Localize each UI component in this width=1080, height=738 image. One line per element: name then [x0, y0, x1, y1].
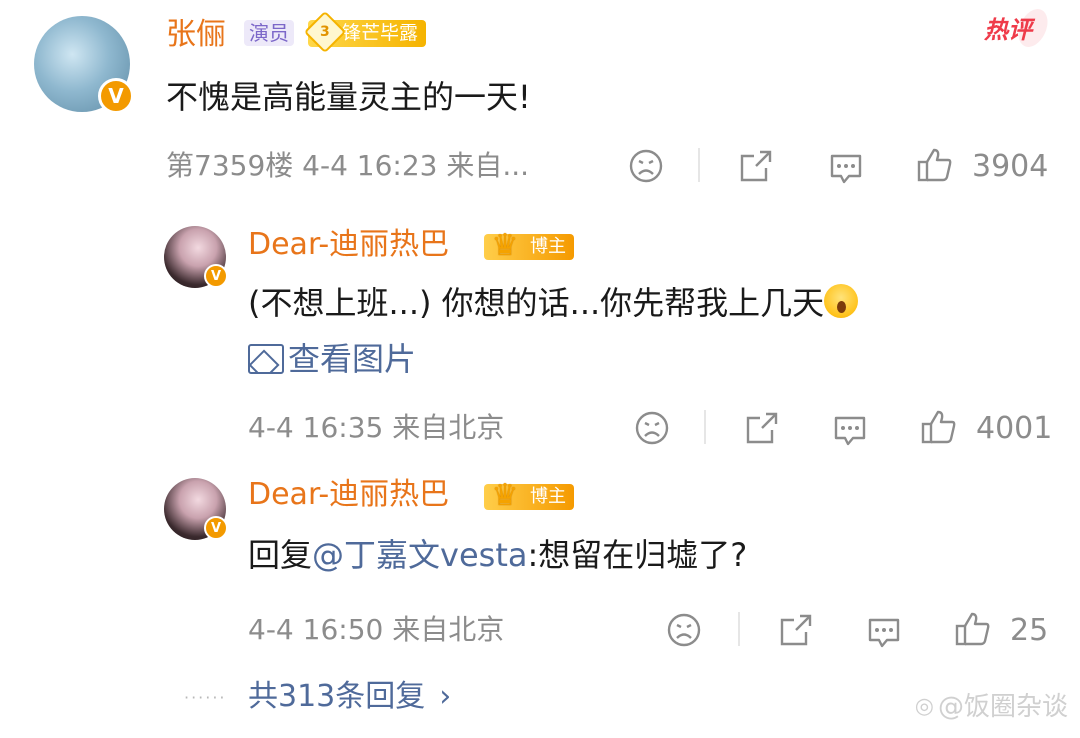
- crown-icon: ♛: [491, 228, 519, 263]
- divider: [704, 410, 706, 444]
- like-icon[interactable]: [954, 610, 992, 648]
- blogger-badge: ♛ 博主: [484, 228, 574, 263]
- like-icon[interactable]: [916, 146, 954, 184]
- mention-link[interactable]: @丁嘉文vesta: [312, 536, 527, 574]
- role-badge: 演员: [244, 20, 294, 46]
- image-icon: [248, 344, 284, 375]
- view-image-link[interactable]: 查看图片: [248, 340, 416, 378]
- chevron-right-icon: ›: [439, 679, 452, 714]
- divider: [738, 612, 740, 646]
- hot-comment-label: 热评: [984, 16, 1032, 44]
- commenter-name[interactable]: 张俪: [166, 20, 226, 50]
- reply-meta: 4-4 16:35 来自北京: [248, 411, 505, 444]
- like-count: 4001: [976, 411, 1053, 446]
- level-number-icon: 3: [303, 10, 347, 54]
- like-count: 3904: [972, 149, 1049, 184]
- avatar[interactable]: V: [164, 226, 228, 288]
- dislike-icon[interactable]: [634, 410, 670, 446]
- surprised-emoji-icon: [824, 284, 859, 318]
- verified-badge-icon: V: [204, 264, 228, 288]
- verified-badge-icon: V: [204, 516, 228, 540]
- watermark: ◎ @饭圈杂谈: [914, 692, 1068, 722]
- comment-icon[interactable]: [828, 150, 864, 186]
- weibo-logo-icon: ◎: [914, 694, 934, 719]
- reply-author-name[interactable]: Dear-迪丽热巴: [248, 480, 449, 510]
- comment-text: 不愧是高能量灵主的一天!: [166, 78, 531, 116]
- like-count: 25: [1010, 613, 1049, 648]
- avatar[interactable]: V: [34, 16, 134, 114]
- blogger-badge: ♛ 博主: [484, 478, 574, 513]
- reply-text: (不想上班...) 你想的话...你先帮我上几天: [248, 284, 859, 322]
- comment-icon[interactable]: [866, 614, 902, 650]
- reply-meta: 4-4 16:50 来自北京: [248, 613, 505, 646]
- reply-text: 回复@丁嘉文vesta:想留在归墟了?: [248, 536, 748, 574]
- comment-icon[interactable]: [832, 412, 868, 448]
- dislike-icon[interactable]: [666, 612, 702, 648]
- level-badge: 3 锋芒毕露: [303, 10, 427, 54]
- avatar[interactable]: V: [164, 478, 228, 540]
- share-icon[interactable]: [738, 148, 774, 184]
- divider: [698, 148, 700, 182]
- dislike-icon[interactable]: [628, 148, 664, 184]
- reply-author-name[interactable]: Dear-迪丽热巴: [248, 230, 449, 260]
- share-icon[interactable]: [778, 612, 814, 648]
- share-icon[interactable]: [744, 410, 780, 446]
- like-icon[interactable]: [920, 408, 958, 446]
- crown-icon: ♛: [491, 478, 519, 513]
- comment-meta: 第7359楼 4-4 16:23 来自...: [166, 149, 530, 182]
- more-replies-link[interactable]: 共313条回复 ›: [248, 682, 451, 712]
- divider-dots: ······: [184, 688, 227, 707]
- verified-badge-icon: V: [98, 78, 134, 114]
